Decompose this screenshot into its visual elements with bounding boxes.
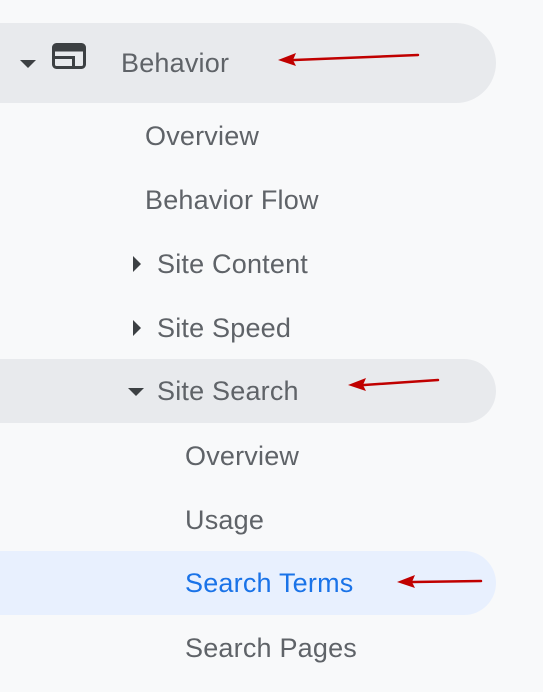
caret-right-icon [133,256,141,272]
nav-subitem-overview-label: Overview [185,440,300,471]
nav-item-behavior-label: Behavior [121,47,230,78]
nav-item-overview[interactable]: Overview [0,104,496,168]
nav-subitem-search-pages[interactable]: Search Pages [0,616,496,680]
nav-subitem-search-pages-label: Search Pages [185,632,358,663]
nav-item-site-speed[interactable]: Site Speed [0,296,496,360]
behavior-navigation: Behavior Overview Behavior Flow Site Con… [0,0,543,692]
caret-right-icon [133,320,141,336]
nav-subitem-usage-label: Usage [185,504,265,535]
nav-item-site-speed-label: Site Speed [157,312,292,343]
caret-down-icon [20,60,36,68]
caret-down-icon [128,388,144,396]
nav-item-behavior-flow-label: Behavior Flow [145,184,319,215]
nav-subitem-usage[interactable]: Usage [0,488,496,552]
nav-subitem-overview[interactable]: Overview [0,424,496,488]
nav-item-behavior-flow[interactable]: Behavior Flow [0,168,496,232]
annotation-arrow-behavior [278,53,420,66]
annotation-arrow-search-terms [397,575,483,588]
nav-subitem-search-terms-label: Search Terms [185,567,354,598]
nav-item-site-content-label: Site Content [157,248,308,279]
behavior-layout-icon [52,43,86,69]
annotation-arrow-site-search [348,378,440,391]
nav-item-overview-label: Overview [145,120,260,151]
nav-item-site-content[interactable]: Site Content [0,232,496,296]
nav-item-site-search-label: Site Search [157,375,299,406]
